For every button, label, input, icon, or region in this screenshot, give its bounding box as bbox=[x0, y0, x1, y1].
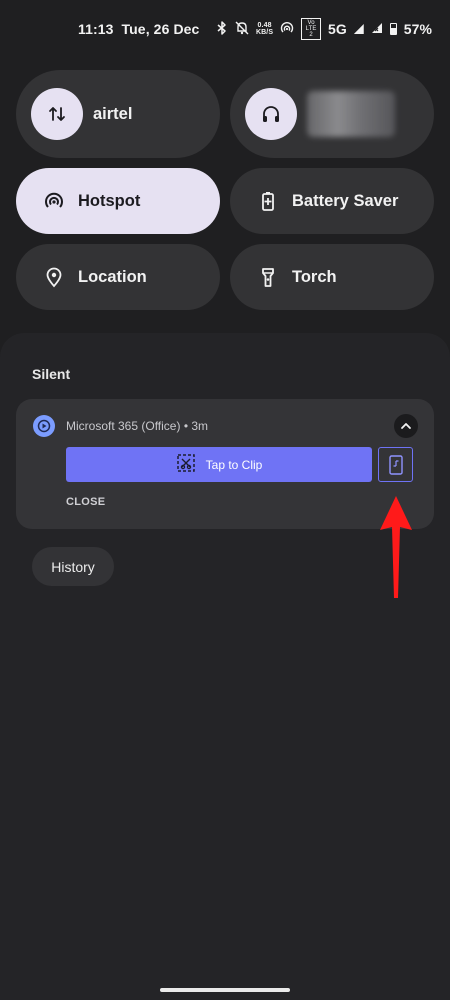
network-speed-value: 0.48 bbox=[257, 22, 272, 29]
network-speed-unit: KB/S bbox=[256, 29, 274, 36]
status-date: Tue, 26 Dec bbox=[121, 21, 200, 37]
volte-bottom: LTE 2 bbox=[305, 26, 317, 38]
collapse-button[interactable] bbox=[394, 414, 418, 438]
signal-icon bbox=[353, 24, 364, 34]
notification-card[interactable]: Microsoft 365 (Office) • 3m Tap to Clip bbox=[16, 399, 434, 529]
status-time: 11:13 bbox=[78, 21, 114, 37]
tile-mobile-data-label: airtel bbox=[93, 104, 133, 123]
tile-hotspot-label: Hotspot bbox=[78, 191, 141, 210]
battery-saver-icon bbox=[256, 189, 280, 213]
network-type: 5G bbox=[327, 21, 347, 37]
tap-to-clip-label: Tap to Clip bbox=[205, 457, 263, 472]
tile-headphones[interactable] bbox=[230, 70, 434, 158]
phone-screenshot-icon bbox=[388, 454, 403, 475]
redacted-device-name bbox=[307, 91, 395, 137]
tile-mobile-data[interactable]: airtel bbox=[16, 70, 220, 158]
tile-torch[interactable]: Torch bbox=[230, 244, 434, 310]
app-name: Microsoft 365 (Office) bbox=[66, 419, 181, 433]
chevron-up-icon bbox=[401, 423, 411, 429]
hotspot-icon bbox=[42, 189, 66, 213]
bluetooth-icon bbox=[216, 20, 228, 38]
notification-header: Microsoft 365 (Office) • 3m bbox=[66, 419, 208, 433]
tile-torch-label: Torch bbox=[292, 267, 337, 286]
status-icons: 0.48 KB/S Vo LTE 2 5G 57% bbox=[216, 18, 432, 40]
bell-off-icon bbox=[235, 21, 249, 38]
red-arrow-annotation bbox=[380, 496, 412, 598]
battery-percent: 57% bbox=[403, 21, 433, 37]
signal-x-icon bbox=[371, 22, 383, 37]
header-separator: • bbox=[183, 419, 189, 433]
microsoft-365-icon bbox=[33, 415, 55, 437]
status-bar: 11:13 Tue, 26 Dec 0.48 KB/S Vo LTE 2 5G … bbox=[78, 18, 432, 40]
volte-badge: Vo LTE 2 bbox=[301, 18, 321, 40]
tile-location-label: Location bbox=[78, 267, 147, 286]
notification-time: 3m bbox=[191, 419, 209, 433]
tap-to-clip-button[interactable]: Tap to Clip bbox=[66, 447, 372, 482]
tile-location[interactable]: Location bbox=[16, 244, 220, 310]
network-speed: 0.48 KB/S bbox=[256, 22, 273, 36]
screenshot-action-button[interactable] bbox=[378, 447, 413, 482]
clip-icon bbox=[176, 453, 196, 476]
tile-battery-saver-label: Battery Saver bbox=[292, 191, 399, 210]
location-pin-icon bbox=[42, 265, 66, 289]
headphones-icon bbox=[245, 88, 297, 140]
notification-panel: Silent Microsoft 365 (Office) • 3m Tap t… bbox=[0, 333, 450, 1000]
tile-battery-saver[interactable]: Battery Saver bbox=[230, 168, 434, 234]
hotspot-status-icon bbox=[280, 21, 294, 38]
home-indicator[interactable] bbox=[160, 988, 290, 992]
torch-icon bbox=[256, 265, 280, 289]
section-title-silent: Silent bbox=[32, 366, 71, 382]
history-button[interactable]: History bbox=[32, 547, 114, 586]
tile-hotspot[interactable]: Hotspot bbox=[16, 168, 220, 234]
close-button[interactable]: CLOSE bbox=[66, 496, 105, 508]
battery-icon bbox=[389, 23, 397, 35]
mobile-data-icon bbox=[31, 88, 83, 140]
